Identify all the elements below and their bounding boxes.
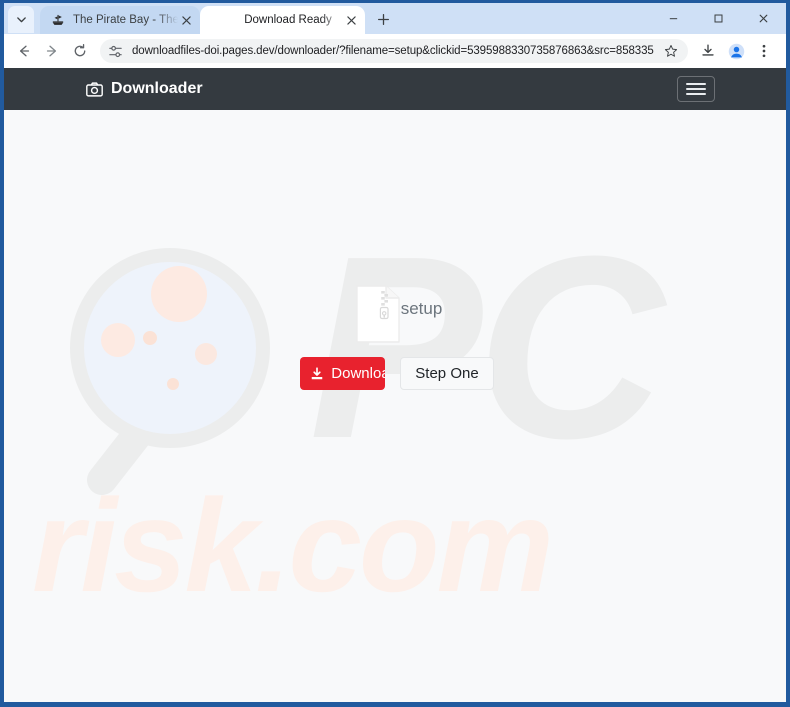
minimize-icon[interactable] <box>651 3 696 34</box>
download-button-label: Download <box>331 365 385 382</box>
maximize-icon[interactable] <box>696 3 741 34</box>
star-icon[interactable] <box>664 44 680 58</box>
site-brand[interactable]: Downloader <box>86 80 203 98</box>
zip-file-icon <box>356 285 400 343</box>
page-viewport: Downloader PC risk.com setup Downlo Step… <box>4 68 786 702</box>
three-dot-menu-icon[interactable] <box>750 37 778 65</box>
reload-icon[interactable] <box>66 37 94 65</box>
watermark-domain-text: risk.com <box>32 472 554 619</box>
filename-label: setup <box>400 299 443 318</box>
back-arrow-icon[interactable] <box>10 37 38 65</box>
tab-favicon-placeholder <box>210 12 226 28</box>
action-button-row: Download Step One <box>300 357 494 390</box>
tab-strip: The Pirate Bay - The galaxy's m Download… <box>4 3 786 34</box>
tab-close-icon[interactable] <box>343 12 359 28</box>
address-bar[interactable]: downloadfiles-doi.pages.dev/downloader/?… <box>100 39 688 63</box>
tab-close-icon[interactable] <box>178 12 194 28</box>
camera-icon <box>86 81 103 97</box>
close-icon[interactable] <box>741 3 786 34</box>
step-one-button[interactable]: Step One <box>400 357 494 390</box>
browser-window: The Pirate Bay - The galaxy's m Download… <box>4 3 786 702</box>
download-icon <box>310 366 324 381</box>
address-bar-url: downloadfiles-doi.pages.dev/downloader/?… <box>132 45 654 57</box>
tab-download-ready[interactable]: Download Ready <box>200 6 365 34</box>
tab-the-pirate-bay[interactable]: The Pirate Bay - The galaxy's m <box>40 6 200 34</box>
file-row: setup <box>356 285 443 343</box>
tab-search-chevron-down-icon[interactable] <box>8 6 34 33</box>
hamburger-bar <box>686 88 706 90</box>
tab-title: The Pirate Bay - The galaxy's m <box>73 14 178 26</box>
browser-toolbar: downloadfiles-doi.pages.dev/downloader/?… <box>4 34 786 68</box>
hamburger-bar <box>686 93 706 95</box>
hamburger-bar <box>686 83 706 85</box>
forward-arrow-icon[interactable] <box>38 37 66 65</box>
step-one-button-label: Step One <box>415 365 479 382</box>
site-navbar: Downloader <box>4 68 786 110</box>
screenshot-frame: The Pirate Bay - The galaxy's m Download… <box>0 0 790 707</box>
hamburger-menu-icon[interactable] <box>677 76 715 102</box>
pirate-ship-icon <box>50 12 66 28</box>
profile-avatar-icon[interactable] <box>722 37 750 65</box>
new-tab-button[interactable] <box>369 5 397 33</box>
tab-title: Download Ready <box>244 14 332 26</box>
download-button[interactable]: Download <box>300 357 386 390</box>
window-controls <box>651 3 786 34</box>
site-brand-label: Downloader <box>111 80 203 97</box>
download-tray-icon[interactable] <box>694 37 722 65</box>
tune-sliders-icon[interactable] <box>108 44 124 59</box>
download-panel: setup Download Step One <box>4 110 786 390</box>
